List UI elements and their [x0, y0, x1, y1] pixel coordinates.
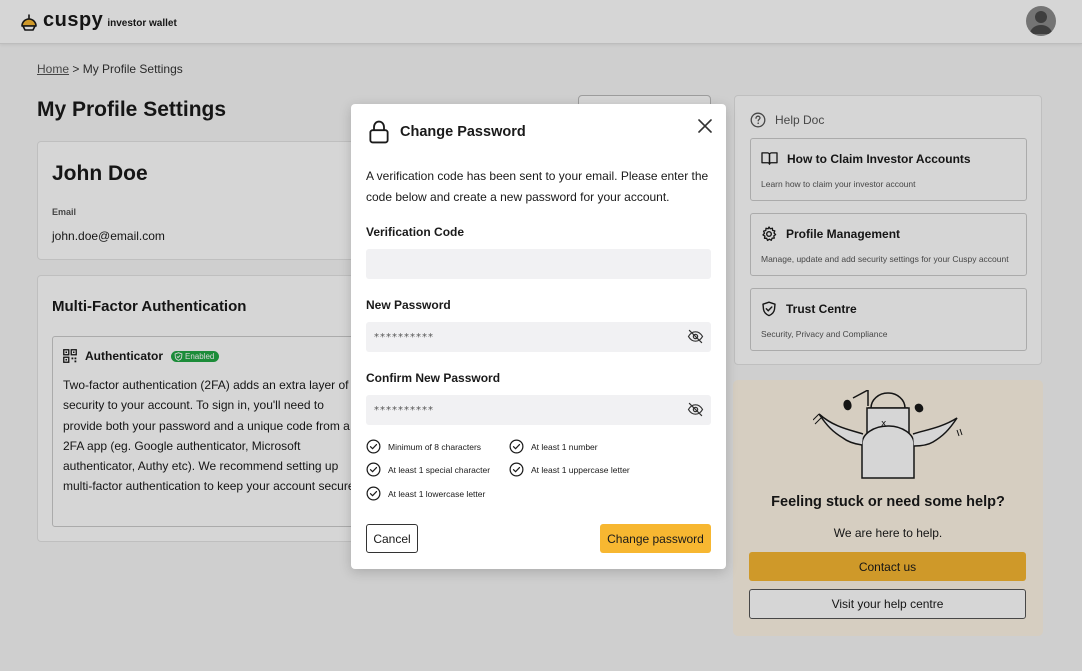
check-circle-icon: [509, 462, 524, 477]
password-rule-text: At least 1 number: [531, 441, 598, 452]
cancel-button[interactable]: Cancel: [366, 524, 418, 553]
password-rule: At least 1 uppercase letter: [509, 462, 630, 477]
password-rule-text: Minimum of 8 characters: [388, 441, 482, 452]
lock-icon: [369, 120, 389, 144]
password-rule: At least 1 lowercase letter: [366, 486, 485, 501]
eye-off-icon[interactable]: [687, 329, 704, 344]
change-password-button[interactable]: Change password: [600, 524, 711, 553]
password-rule-text: At least 1 lowercase letter: [388, 488, 486, 499]
new-password-label: New Password: [366, 298, 451, 312]
password-rule-text: At least 1 special character: [388, 464, 491, 475]
password-rule: Minimum of 8 characters: [366, 439, 481, 454]
verification-code-input[interactable]: [374, 249, 674, 279]
confirm-password-field[interactable]: [366, 395, 711, 425]
modal-description: A verification code has been sent to you…: [366, 169, 709, 204]
change-password-modal: Change Password A verification code has …: [351, 104, 726, 569]
eye-off-icon[interactable]: [687, 402, 704, 417]
password-rule: At least 1 special character: [366, 462, 490, 477]
password-rule: At least 1 number: [509, 439, 598, 454]
close-icon[interactable]: [696, 117, 714, 135]
modal-title: Change Password: [400, 124, 526, 140]
new-password-field[interactable]: [366, 322, 711, 352]
check-circle-icon: [366, 462, 381, 477]
confirm-password-label: Confirm New Password: [366, 371, 501, 385]
verification-code-label: Verification Code: [366, 225, 465, 239]
confirm-password-input[interactable]: [374, 395, 674, 425]
check-circle-icon: [366, 486, 381, 501]
verification-code-field[interactable]: [366, 249, 711, 279]
check-circle-icon: [509, 439, 524, 454]
password-rule-text: At least 1 uppercase letter: [531, 464, 630, 475]
new-password-input[interactable]: [374, 322, 674, 352]
check-circle-icon: [366, 439, 381, 454]
